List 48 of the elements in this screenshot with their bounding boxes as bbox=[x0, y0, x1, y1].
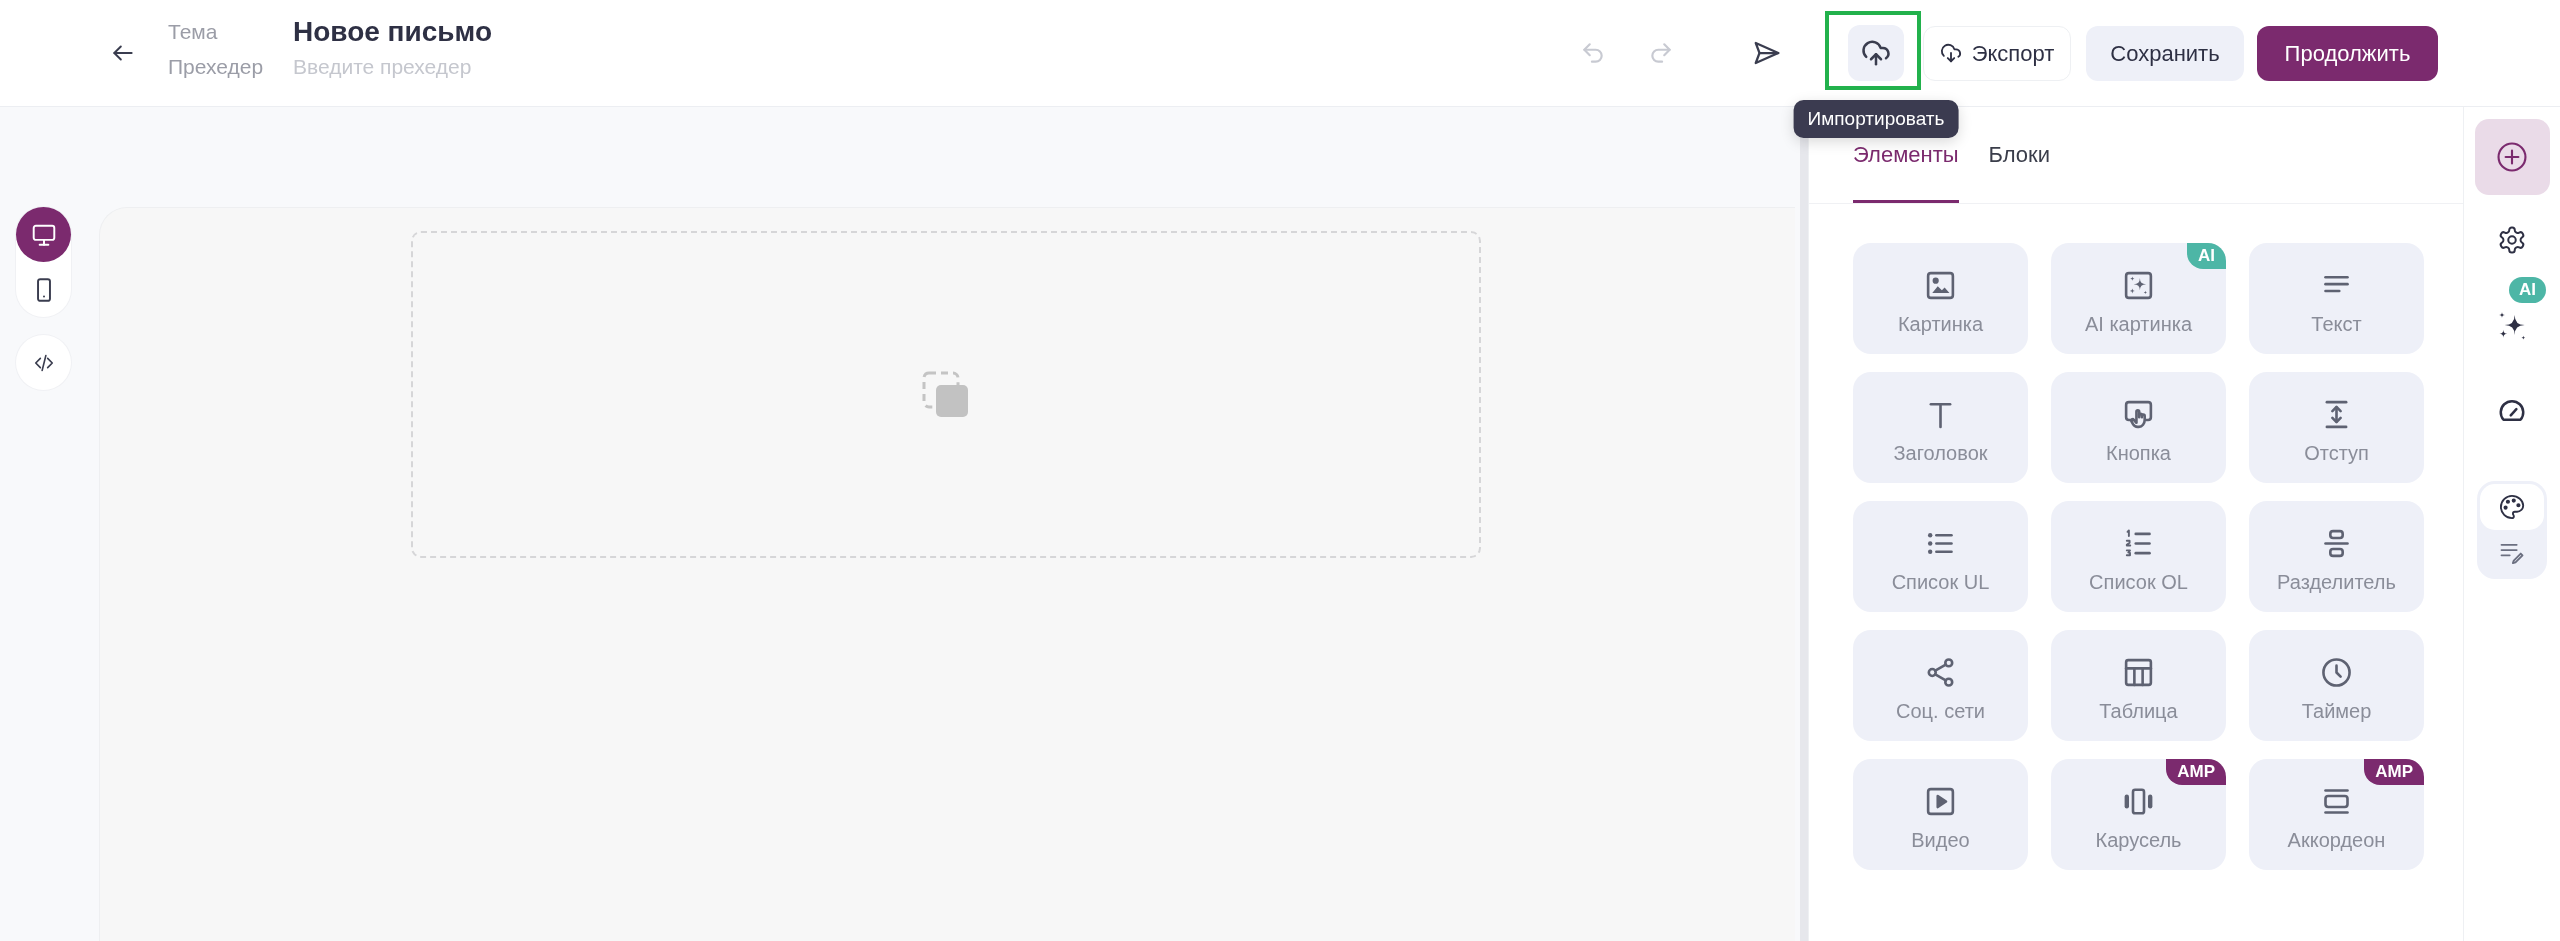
panel-tab[interactable]: Блоки bbox=[1988, 137, 2050, 203]
element-tile[interactable]: AI AI картинка bbox=[2051, 243, 2226, 354]
panel-tab[interactable]: Элементы bbox=[1853, 137, 1959, 203]
element-tile[interactable]: Картинка bbox=[1853, 243, 2028, 354]
element-tile[interactable]: AMP Аккордеон bbox=[2249, 759, 2424, 870]
element-tile[interactable]: Соц. сети bbox=[1853, 630, 2028, 741]
export-button[interactable]: Экспорт bbox=[1923, 25, 2071, 81]
image-icon bbox=[1924, 269, 1957, 302]
palette-button[interactable] bbox=[2480, 484, 2544, 530]
table-icon bbox=[2122, 656, 2155, 689]
block-placeholder-icon bbox=[922, 370, 970, 419]
undo-icon bbox=[1580, 40, 1606, 66]
tooltip: Импортировать bbox=[1793, 100, 1959, 138]
settings-icon bbox=[2497, 225, 2527, 255]
desktop-view-button[interactable] bbox=[16, 207, 71, 262]
corner-badge: AMP bbox=[2166, 759, 2226, 785]
corner-badge: AMP bbox=[2364, 759, 2424, 785]
element-tile[interactable]: AMP Карусель bbox=[2051, 759, 2226, 870]
field-label: Прехедер bbox=[168, 54, 265, 80]
element-tile[interactable]: Кнопка bbox=[2051, 372, 2226, 483]
import-button[interactable] bbox=[1848, 25, 1904, 81]
ai-badge: AI bbox=[2509, 277, 2546, 303]
preheader-field[interactable]: Введите прехедер bbox=[293, 52, 713, 82]
field-label: Тема bbox=[168, 19, 219, 45]
element-tile[interactable]: Список UL bbox=[1853, 501, 2028, 612]
save-button[interactable]: Сохранить bbox=[2086, 25, 2244, 81]
element-tile[interactable]: Видео bbox=[1853, 759, 2028, 870]
plus-circle-icon bbox=[2495, 140, 2529, 174]
continue-button[interactable]: Продолжить bbox=[2257, 25, 2438, 81]
subject-field[interactable]: Новое письмо bbox=[293, 14, 713, 50]
palette-icon bbox=[2498, 493, 2526, 521]
element-tile[interactable]: Текст bbox=[2249, 243, 2424, 354]
clock-icon bbox=[2320, 656, 2353, 689]
sparkle-image-icon bbox=[2122, 269, 2155, 302]
element-tile[interactable]: Заголовок bbox=[1853, 372, 2028, 483]
cloud-upload-icon bbox=[1861, 38, 1891, 68]
element-tile[interactable]: Таблица bbox=[2051, 630, 2226, 741]
add-element-button[interactable] bbox=[2474, 119, 2550, 195]
code-view-button[interactable] bbox=[16, 335, 71, 390]
play-square-icon bbox=[1924, 785, 1957, 818]
element-tile[interactable]: Список OL bbox=[2051, 501, 2226, 612]
hand-pointer-icon bbox=[2122, 398, 2155, 431]
redo-icon bbox=[1648, 40, 1674, 66]
cloud-download-icon bbox=[1939, 42, 1962, 64]
corner-badge: AI bbox=[2187, 243, 2226, 269]
element-tile[interactable]: Таймер bbox=[2249, 630, 2424, 741]
element-tile[interactable]: Отступ bbox=[2249, 372, 2424, 483]
element-tile[interactable]: Разделитель bbox=[2249, 501, 2424, 612]
